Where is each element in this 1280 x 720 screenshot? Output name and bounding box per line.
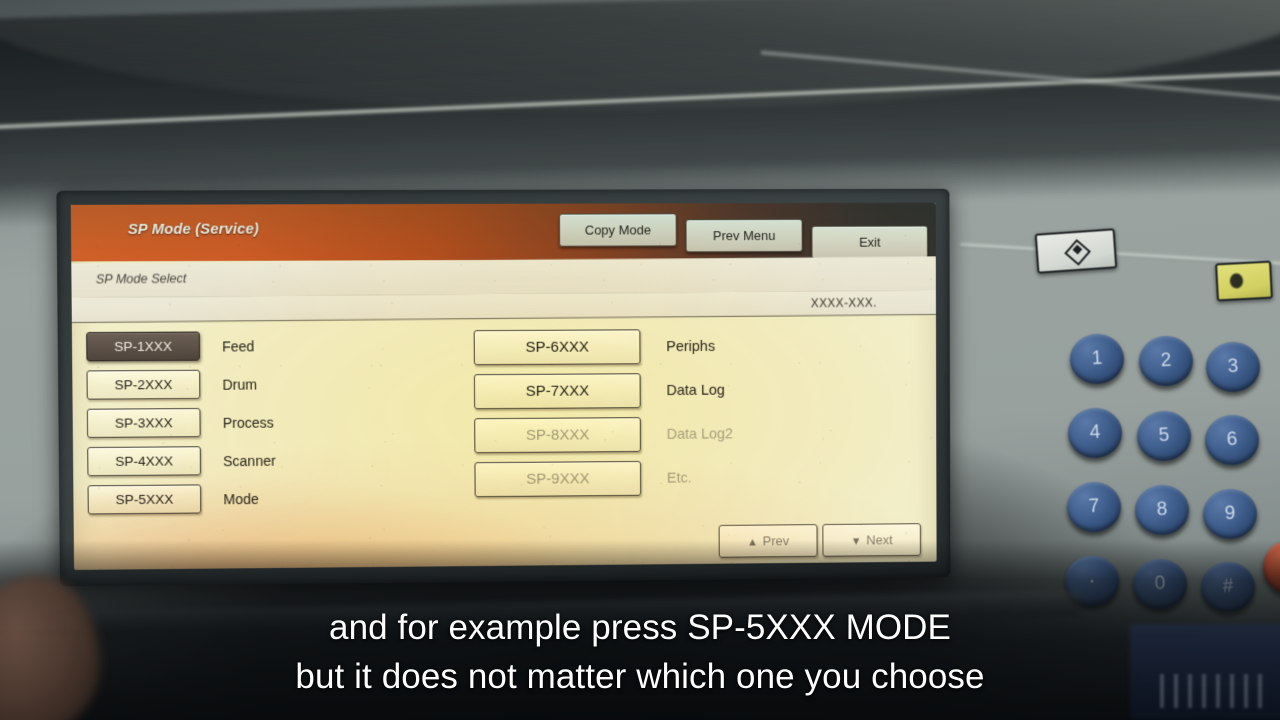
list-item: SP-8XXX Data Log2 <box>474 415 901 454</box>
sp-button-9xxx[interactable]: SP-9XXX <box>474 460 642 498</box>
key-3[interactable]: 3 <box>1204 340 1262 394</box>
sp-button-5xxx-placeholder-0[interactable]: SP-1XXX <box>86 331 201 362</box>
list-item: SP-9XXX Etc. <box>474 459 901 498</box>
lcd-screen[interactable]: SP Mode (Service) Copy Mode Prev Menu Ex… <box>70 202 937 570</box>
exit-button[interactable]: Exit <box>811 225 928 259</box>
sp-button-7xxx[interactable]: SP-7XXX <box>473 373 641 410</box>
sp-mode-select-content: SP-1XXX Feed SP-2XXX Drum SP-3XXX Proces… <box>72 316 937 570</box>
sp-label-6xxx: Periphs <box>666 338 716 355</box>
sp-label-3: Scanner <box>223 452 276 469</box>
key-6[interactable]: 6 <box>1203 413 1261 467</box>
subtitle-line-1: and for example press SP-5XXX MODE <box>329 607 951 647</box>
list-item: SP-5XXX Mode <box>87 483 421 515</box>
sp-button-3[interactable]: SP-4XXX <box>87 446 201 477</box>
sp-button-8xxx[interactable]: SP-8XXX <box>474 417 641 454</box>
sp-label-4: Mode <box>223 490 259 507</box>
diamond-icon <box>1064 238 1092 266</box>
list-item: SP-3XXX Process <box>86 407 420 438</box>
screenshot-root: SP Mode (Service) Copy Mode Prev Menu Ex… <box>0 0 1280 720</box>
page-title: SP Mode (Service) <box>127 221 260 239</box>
list-item: SP-1XXX Feed <box>86 330 420 362</box>
lcd-bezel: SP Mode (Service) Copy Mode Prev Menu Ex… <box>56 188 951 587</box>
key-2[interactable]: 2 <box>1137 334 1195 388</box>
sp-right-column: SP-6XXX Periphs SP-7XXX Data Log SP-8XXX… <box>473 328 901 506</box>
sp-button-4[interactable]: SP-5XXX <box>87 484 202 515</box>
prev-menu-button[interactable]: Prev Menu <box>685 218 803 253</box>
screen-subtitle: SP Mode Select <box>95 271 187 287</box>
sp-button-1[interactable]: SP-2XXX <box>86 369 201 400</box>
screen-title-bar: SP Mode (Service) Copy Mode Prev Menu Ex… <box>70 202 936 262</box>
sp-button-6xxx[interactable]: SP-6XXX <box>473 329 641 366</box>
machine-code: XXXX-XXX. <box>810 295 877 311</box>
key-5[interactable]: 5 <box>1135 409 1193 463</box>
interrupt-key[interactable] <box>1215 260 1273 302</box>
key-8[interactable]: 8 <box>1133 483 1191 537</box>
key-9[interactable]: 9 <box>1201 487 1259 541</box>
sp-left-column: SP-1XXX Feed SP-2XXX Drum SP-3XXX Proces… <box>86 330 421 523</box>
subtitle-overlay: and for example press SP-5XXX MODE but i… <box>0 603 1280 702</box>
sp-label-2: Process <box>222 414 274 431</box>
sp-label-9xxx: Etc. <box>666 470 692 487</box>
sp-label-0: Feed <box>222 337 255 355</box>
key-4[interactable]: 4 <box>1066 406 1124 460</box>
sp-button-2[interactable]: SP-3XXX <box>86 407 201 438</box>
list-item: SP-2XXX Drum <box>86 369 420 400</box>
key-7[interactable]: 7 <box>1065 480 1123 534</box>
subtitle-line-2: but it does not matter which one you cho… <box>295 657 985 697</box>
key-1[interactable]: 1 <box>1068 332 1126 386</box>
program-key[interactable] <box>1034 228 1118 274</box>
list-item: SP-7XXX Data Log <box>473 372 901 410</box>
copy-mode-button[interactable]: Copy Mode <box>558 213 677 247</box>
list-item: SP-4XXX Scanner <box>87 445 420 477</box>
list-item: SP-6XXX Periphs <box>473 328 901 366</box>
sp-label-7xxx: Data Log <box>666 382 725 399</box>
sp-label-8xxx: Data Log2 <box>666 425 734 443</box>
header-button-group: Copy Mode Prev Menu Exit <box>558 213 928 260</box>
sp-label-1: Drum <box>222 375 258 393</box>
dot-icon <box>1229 273 1244 289</box>
